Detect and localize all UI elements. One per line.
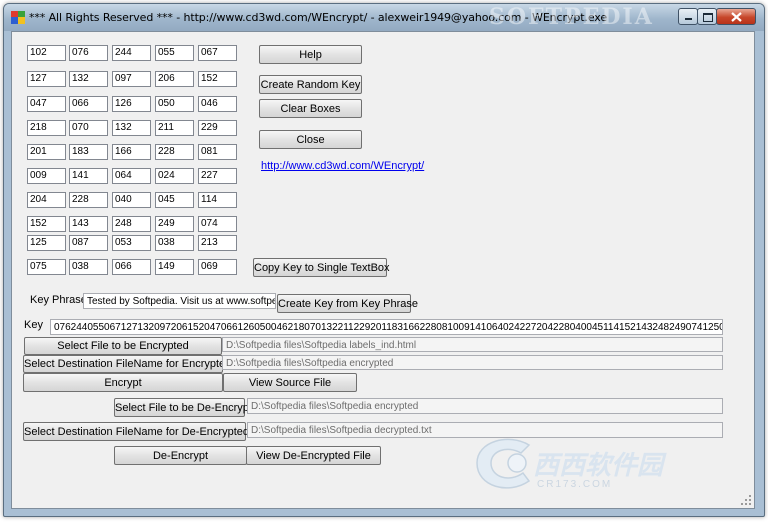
key-box[interactable]: 204 bbox=[27, 192, 66, 208]
source-file-path[interactable]: D:\Softpedia files\Softpedia labels_ind.… bbox=[222, 337, 723, 352]
key-box[interactable]: 244 bbox=[112, 45, 151, 61]
view-de-encrypted-file-button[interactable]: View De-Encrypted File bbox=[246, 446, 381, 465]
help-button[interactable]: Help bbox=[259, 45, 362, 64]
key-box[interactable]: 141 bbox=[69, 168, 108, 184]
clear-boxes-button[interactable]: Clear Boxes bbox=[259, 99, 362, 118]
key-box[interactable]: 127 bbox=[27, 71, 66, 87]
key-box[interactable]: 218 bbox=[27, 120, 66, 136]
decrypt-source-path[interactable]: D:\Softpedia files\Softpedia encrypted bbox=[247, 398, 723, 414]
key-box[interactable]: 038 bbox=[155, 235, 194, 251]
key-box[interactable]: 149 bbox=[155, 259, 194, 275]
key-box[interactable]: 152 bbox=[198, 71, 237, 87]
app-icon bbox=[11, 11, 25, 24]
key-box[interactable]: 064 bbox=[112, 168, 151, 184]
key-box[interactable]: 143 bbox=[69, 216, 108, 232]
key-box[interactable]: 114 bbox=[198, 192, 237, 208]
key-box[interactable]: 227 bbox=[198, 168, 237, 184]
key-box[interactable]: 075 bbox=[27, 259, 66, 275]
key-box[interactable]: 152 bbox=[27, 216, 66, 232]
app-window: *** All Rights Reserved *** - http://www… bbox=[3, 3, 765, 517]
minimize-button[interactable] bbox=[678, 8, 698, 25]
create-key-from-phrase-button[interactable]: Create Key from Key Phrase bbox=[277, 294, 418, 313]
key-box[interactable]: 132 bbox=[69, 71, 108, 87]
key-box[interactable]: 050 bbox=[155, 96, 194, 112]
site-logo: 西西软件园 CR173.COM bbox=[457, 423, 697, 503]
key-box[interactable]: 132 bbox=[112, 120, 151, 136]
create-random-key-button[interactable]: Create Random Key bbox=[259, 75, 362, 94]
key-box[interactable]: 069 bbox=[198, 259, 237, 275]
maximize-button[interactable] bbox=[697, 8, 717, 25]
key-box[interactable]: 126 bbox=[112, 96, 151, 112]
key-label: Key bbox=[24, 319, 43, 331]
key-box[interactable]: 046 bbox=[198, 96, 237, 112]
resize-grip-icon[interactable] bbox=[740, 494, 752, 506]
minimize-icon bbox=[685, 18, 692, 20]
key-box[interactable]: 067 bbox=[198, 45, 237, 61]
key-box[interactable]: 087 bbox=[69, 235, 108, 251]
website-link[interactable]: http://www.cd3wd.com/WEncrypt/ bbox=[261, 160, 424, 172]
logo-subtext: CR173.COM bbox=[537, 479, 613, 490]
close-button[interactable]: Close bbox=[259, 130, 362, 149]
key-box[interactable]: 206 bbox=[155, 71, 194, 87]
key-box[interactable]: 076 bbox=[69, 45, 108, 61]
key-box[interactable]: 009 bbox=[27, 168, 66, 184]
key-box[interactable]: 081 bbox=[198, 144, 237, 160]
main-form: 102 076 244 055 067 127 132 097 206 152 047 066 126 0… bbox=[11, 31, 755, 509]
close-window-button[interactable] bbox=[716, 8, 756, 25]
key-phrase-input[interactable]: Tested by Softpedia. Visit us at www.sof… bbox=[83, 293, 276, 309]
key-box[interactable]: 053 bbox=[112, 235, 151, 251]
close-icon bbox=[731, 12, 742, 22]
watermark-text: SOFTPEDIA bbox=[489, 4, 654, 30]
key-box[interactable]: 045 bbox=[155, 192, 194, 208]
key-box[interactable]: 024 bbox=[155, 168, 194, 184]
key-box[interactable]: 066 bbox=[69, 96, 108, 112]
key-box[interactable]: 102 bbox=[27, 45, 66, 61]
logo-text: 西西软件园 bbox=[533, 451, 664, 481]
select-file-to-encrypt-button[interactable]: Select File to be Encrypted bbox=[24, 337, 222, 355]
encrypted-destination-path[interactable]: D:\Softpedia files\Softpedia encrypted bbox=[222, 355, 723, 370]
key-box[interactable]: 070 bbox=[69, 120, 108, 136]
select-encrypted-destination-button[interactable]: Select Destination FileName for Encrypte… bbox=[23, 355, 252, 373]
key-box[interactable]: 047 bbox=[27, 96, 66, 112]
key-box[interactable]: 213 bbox=[198, 235, 237, 251]
key-box[interactable]: 249 bbox=[155, 216, 194, 232]
key-box[interactable]: 125 bbox=[27, 235, 66, 251]
key-box[interactable]: 166 bbox=[112, 144, 151, 160]
key-input[interactable]: 0762440550671271320972061520470661260500… bbox=[50, 319, 723, 335]
key-box[interactable]: 038 bbox=[69, 259, 108, 275]
select-file-to-decrypt-button[interactable]: Select File to be De-Encrypted bbox=[114, 398, 264, 417]
key-box[interactable]: 248 bbox=[112, 216, 151, 232]
key-box[interactable]: 229 bbox=[198, 120, 237, 136]
key-box[interactable]: 040 bbox=[112, 192, 151, 208]
title-bar[interactable]: *** All Rights Reserved *** - http://www… bbox=[4, 4, 764, 31]
maximize-icon bbox=[703, 13, 713, 22]
key-box[interactable]: 055 bbox=[155, 45, 194, 61]
key-box[interactable]: 074 bbox=[198, 216, 237, 232]
key-box[interactable]: 097 bbox=[112, 71, 151, 87]
copy-key-button[interactable]: Copy Key to Single TextBox bbox=[253, 258, 390, 277]
key-box[interactable]: 201 bbox=[27, 144, 66, 160]
key-box[interactable]: 066 bbox=[112, 259, 151, 275]
view-source-file-button[interactable]: View Source File bbox=[223, 373, 357, 392]
key-box[interactable]: 183 bbox=[69, 144, 108, 160]
key-box[interactable]: 228 bbox=[69, 192, 108, 208]
select-decrypted-destination-button[interactable]: Select Destination FileName for De-Encry… bbox=[23, 422, 270, 441]
de-encrypt-button[interactable]: De-Encrypt bbox=[114, 446, 247, 465]
key-box[interactable]: 211 bbox=[155, 120, 194, 136]
key-phrase-label: Key Phrase bbox=[30, 294, 87, 306]
encrypt-button[interactable]: Encrypt bbox=[23, 373, 223, 392]
key-box[interactable]: 228 bbox=[155, 144, 194, 160]
